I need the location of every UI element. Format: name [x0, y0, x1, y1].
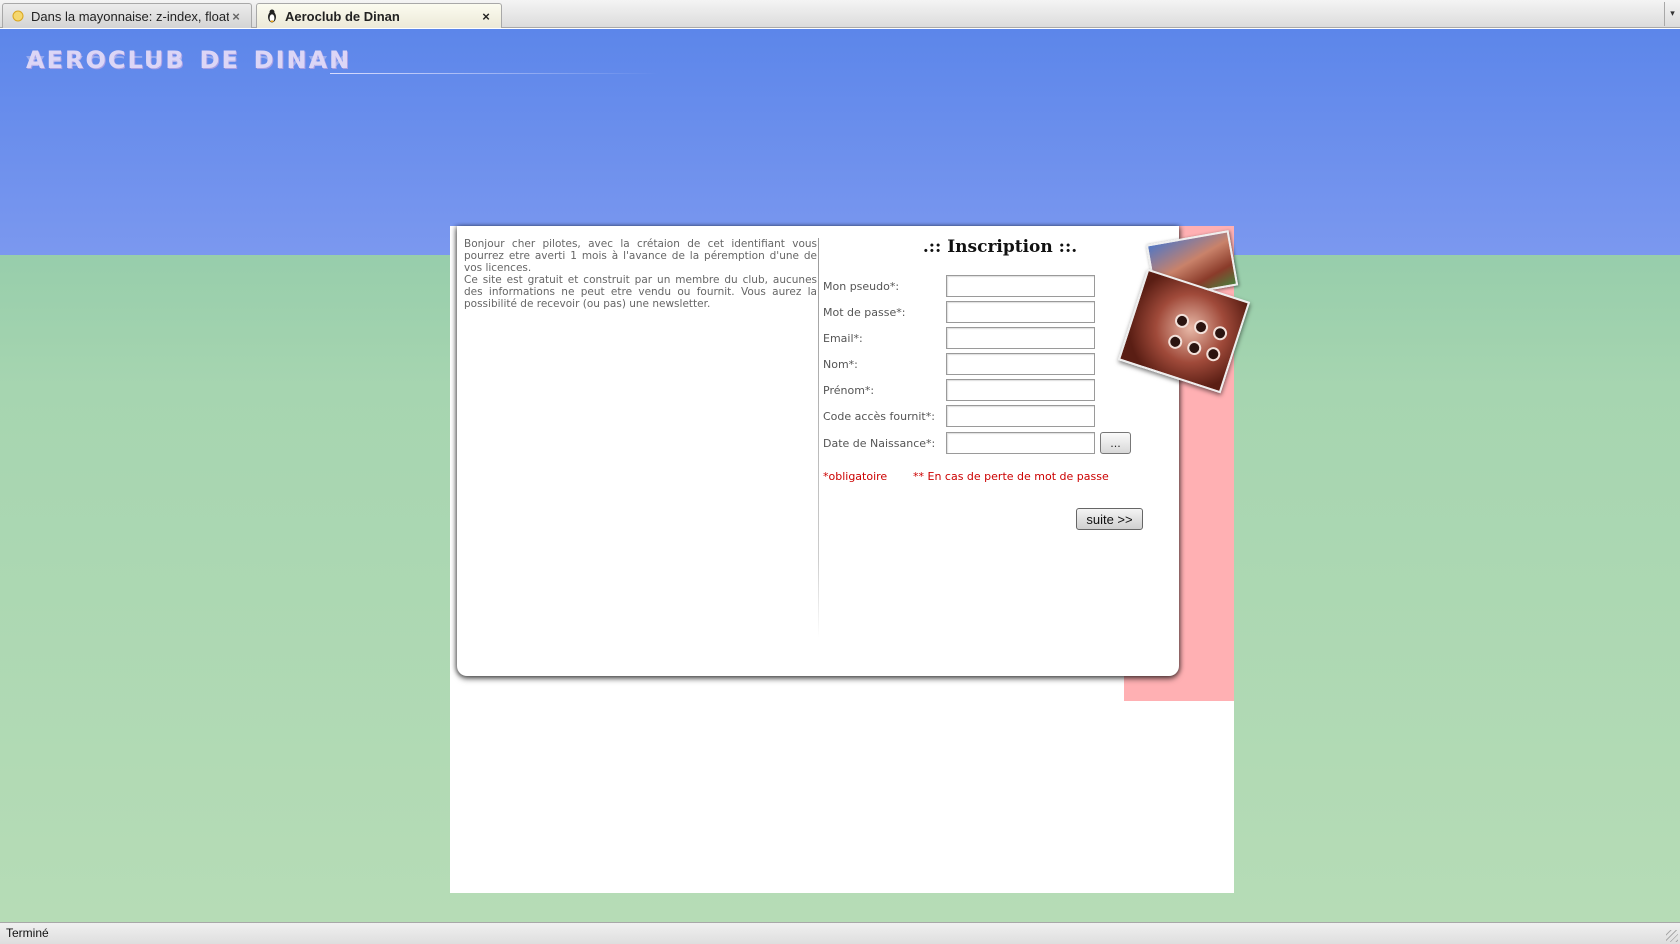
nom-input[interactable] — [946, 353, 1095, 375]
prenom-input[interactable] — [946, 379, 1095, 401]
sun-favicon-icon — [11, 9, 25, 23]
birthdate-input[interactable] — [946, 432, 1095, 454]
next-button[interactable]: suite >> — [1076, 508, 1143, 530]
label-access-code: Code accès fournit*: — [823, 410, 935, 423]
cockpit-dial — [1185, 339, 1204, 357]
label-email: Email*: — [823, 332, 863, 345]
label-nom: Nom*: — [823, 358, 858, 371]
status-text: Terminé — [6, 926, 49, 940]
logo-reflection: aeroclub de dinan — [26, 51, 352, 73]
tab-list-button[interactable]: ▾ — [1664, 2, 1680, 26]
date-picker-button[interactable]: ... — [1100, 432, 1131, 454]
password-input[interactable] — [946, 301, 1095, 323]
header-banner: aeroclub de dinan aeroclub de dinan — [0, 29, 1680, 255]
tab-label: Aeroclub de Dinan — [285, 8, 400, 24]
logo-underline — [330, 73, 660, 74]
cockpit-dial — [1211, 324, 1229, 343]
label-birthdate: Date de Naissance*: — [823, 437, 936, 450]
intro-paragraph-2: Ce site est gratuit et construit par un … — [464, 274, 817, 310]
label-prenom: Prénom*: — [823, 384, 875, 397]
label-pseudo: Mon pseudo*: — [823, 280, 900, 293]
tab-bar: Dans la mayonnaise: z-index, float e... … — [0, 0, 1680, 28]
lost-password-note: ** En cas de perte de mot de passe — [913, 470, 1109, 483]
close-icon[interactable]: × — [229, 9, 243, 24]
cockpit-dial — [1204, 345, 1223, 363]
access-code-input[interactable] — [946, 405, 1095, 427]
tab-mayonnaise[interactable]: Dans la mayonnaise: z-index, float e... … — [2, 3, 252, 28]
label-password: Mot de passe*: — [823, 306, 906, 319]
tab-aeroclub[interactable]: Aeroclub de Dinan × — [256, 3, 502, 28]
cockpit-dial — [1192, 318, 1210, 336]
tab-label: Dans la mayonnaise: z-index, float e... — [31, 8, 229, 24]
close-icon[interactable]: × — [479, 9, 493, 24]
mandatory-note: *obligatoire — [823, 470, 888, 483]
email-input[interactable] — [946, 327, 1095, 349]
column-divider — [818, 238, 819, 638]
cockpit-dial — [1173, 312, 1191, 330]
status-bar: Terminé — [0, 922, 1680, 944]
penguin-favicon-icon — [265, 9, 279, 23]
pseudo-input[interactable] — [946, 275, 1095, 297]
intro-text: Bonjour cher pilotes, avec la crétaion d… — [464, 238, 817, 310]
form-title: .:: Inscription ::. — [922, 237, 1078, 257]
intro-paragraph-1: Bonjour cher pilotes, avec la crétaion d… — [464, 238, 817, 274]
resize-grip-icon[interactable] — [1666, 930, 1678, 942]
cockpit-dial — [1166, 332, 1185, 351]
